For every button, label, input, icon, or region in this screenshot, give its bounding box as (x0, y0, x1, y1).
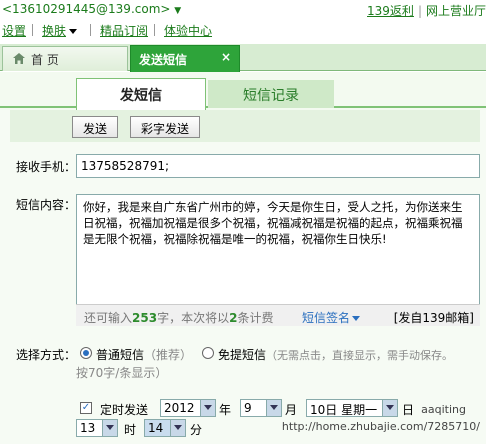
tab-send-sms[interactable]: 发送短信 × (130, 45, 240, 72)
divider (90, 24, 91, 36)
radio-flash-sms[interactable] (202, 347, 214, 359)
tab-home[interactable]: 首 页 (2, 46, 128, 71)
link-139-fanli[interactable]: 139返利 (367, 4, 414, 18)
mode-flash-note: （无需点击，直接显示，需手动保存。 (266, 349, 454, 362)
link-online-business[interactable]: 网上营业厅 (426, 4, 486, 18)
chevron-down-icon (200, 400, 215, 416)
counter-remaining: 253 (132, 311, 158, 325)
year-unit: 年 (219, 403, 232, 417)
minute-select[interactable]: 14 (144, 419, 186, 437)
account-email[interactable]: <13610291445@139.com> ▼ (2, 2, 181, 16)
hour-value: 13 (80, 421, 96, 435)
timed-send-checkbox[interactable]: ✓ (80, 402, 92, 414)
char-counter: 还可输入253字，本次将以2条计费 (84, 309, 273, 326)
content-area: 发短信 短信记录 发送 彩字发送 接收手机： 13758528791; 短信内容… (0, 72, 486, 444)
signer-tag: [发自139邮箱] (393, 311, 474, 325)
account-email-text: <13610291445@139.com> (2, 2, 171, 16)
close-icon[interactable]: × (221, 50, 231, 64)
menu-skin-label: 换肤 (42, 24, 67, 38)
top-bar: <13610291445@139.com> ▼ 139返利 | 网上营业厅 (0, 0, 486, 20)
hour-unit: 时 (124, 423, 137, 437)
menu-experience[interactable]: 体验中心 (164, 22, 212, 39)
sub-tabs: 发短信 短信记录 (0, 78, 486, 110)
chevron-down-icon (69, 29, 78, 34)
chevron-down-icon (170, 420, 185, 436)
mode-normal-label: 普通短信（推荐） (96, 346, 192, 363)
mode-normal-text: 普通短信 (96, 348, 145, 362)
message-text: 你好，我是来自广东省广州市的婷，今天是你生日，受人之托，为你送来生日祝福，祝福加… (83, 200, 463, 246)
counter-suffix: 条计费 (237, 311, 274, 325)
message-footer: 还可输入253字，本次将以2条计费 短信签名 [发自139邮箱] (76, 304, 480, 326)
counter-prefix: 还可输入 (84, 311, 133, 325)
minute-unit: 分 (190, 423, 203, 437)
tab-bar: 首 页 发送短信 × (0, 44, 486, 72)
month-unit: 月 (285, 403, 298, 417)
mode-flash-label: 免提短信（无需点击，直接显示，需手动保存。 (218, 346, 453, 363)
watermark-url: http://home.zhubajie.com/7285710/ (281, 420, 480, 433)
month-value: 9 (244, 401, 252, 415)
signature-label: 短信签名 (302, 311, 351, 325)
minute-value: 14 (148, 421, 164, 435)
mode-flash-text: 免提短信 (218, 348, 267, 362)
chevron-down-icon (102, 420, 117, 436)
month-select[interactable]: 9 (240, 399, 282, 417)
chevron-down-icon (352, 316, 361, 321)
send-button[interactable]: 发送 (72, 116, 118, 138)
menu-row: 设置 换肤 精品订阅 体验中心 (0, 20, 486, 40)
divider (154, 24, 155, 36)
mode-label: 选择方式： (16, 348, 77, 362)
watermark-user: aaqiting (421, 403, 466, 416)
subtab-send[interactable]: 发短信 (76, 78, 206, 110)
button-strip: 发送 彩字发送 (10, 110, 480, 142)
day-select[interactable]: 10日 星期一 (306, 399, 398, 417)
year-select[interactable]: 2012 (160, 399, 216, 417)
day-value: 10日 星期一 (310, 403, 378, 417)
divider (32, 24, 33, 36)
counter-mid: 字，本次将以 (157, 311, 230, 325)
signature-dropdown[interactable]: 短信签名 (302, 309, 361, 326)
content-label: 短信内容： (16, 198, 77, 212)
tab-send-sms-label: 发送短信 (139, 53, 188, 67)
account-caret-icon[interactable]: ▼ (174, 6, 181, 16)
color-send-button[interactable]: 彩字发送 (130, 116, 200, 138)
home-icon (13, 53, 25, 64)
recipient-input[interactable]: 13758528791; (76, 154, 480, 178)
menu-settings[interactable]: 设置 (2, 22, 26, 39)
recipient-label: 接收手机： (16, 160, 77, 174)
subtab-records[interactable]: 短信记录 (208, 80, 334, 108)
menu-subscription[interactable]: 精品订阅 (100, 22, 148, 39)
year-value: 2012 (164, 401, 195, 415)
compose-panel: 发送 彩字发送 接收手机： 13758528791; 短信内容： 你好，我是来自… (0, 110, 486, 444)
day-unit: 日 (402, 403, 415, 417)
tab-home-label: 首 页 (31, 53, 59, 67)
timed-send-label: 定时发送 (100, 403, 149, 417)
chevron-down-icon (382, 400, 397, 416)
hour-select[interactable]: 13 (76, 419, 118, 437)
menu-skin[interactable]: 换肤 (42, 22, 78, 39)
radio-normal-sms[interactable] (80, 347, 92, 359)
top-links: 139返利 | 网上营业厅 (367, 4, 486, 18)
chevron-down-icon (266, 400, 281, 416)
mode-normal-note: （推荐） (144, 348, 193, 362)
mode-flash-note-2: 按70字/条显示） (76, 366, 168, 380)
